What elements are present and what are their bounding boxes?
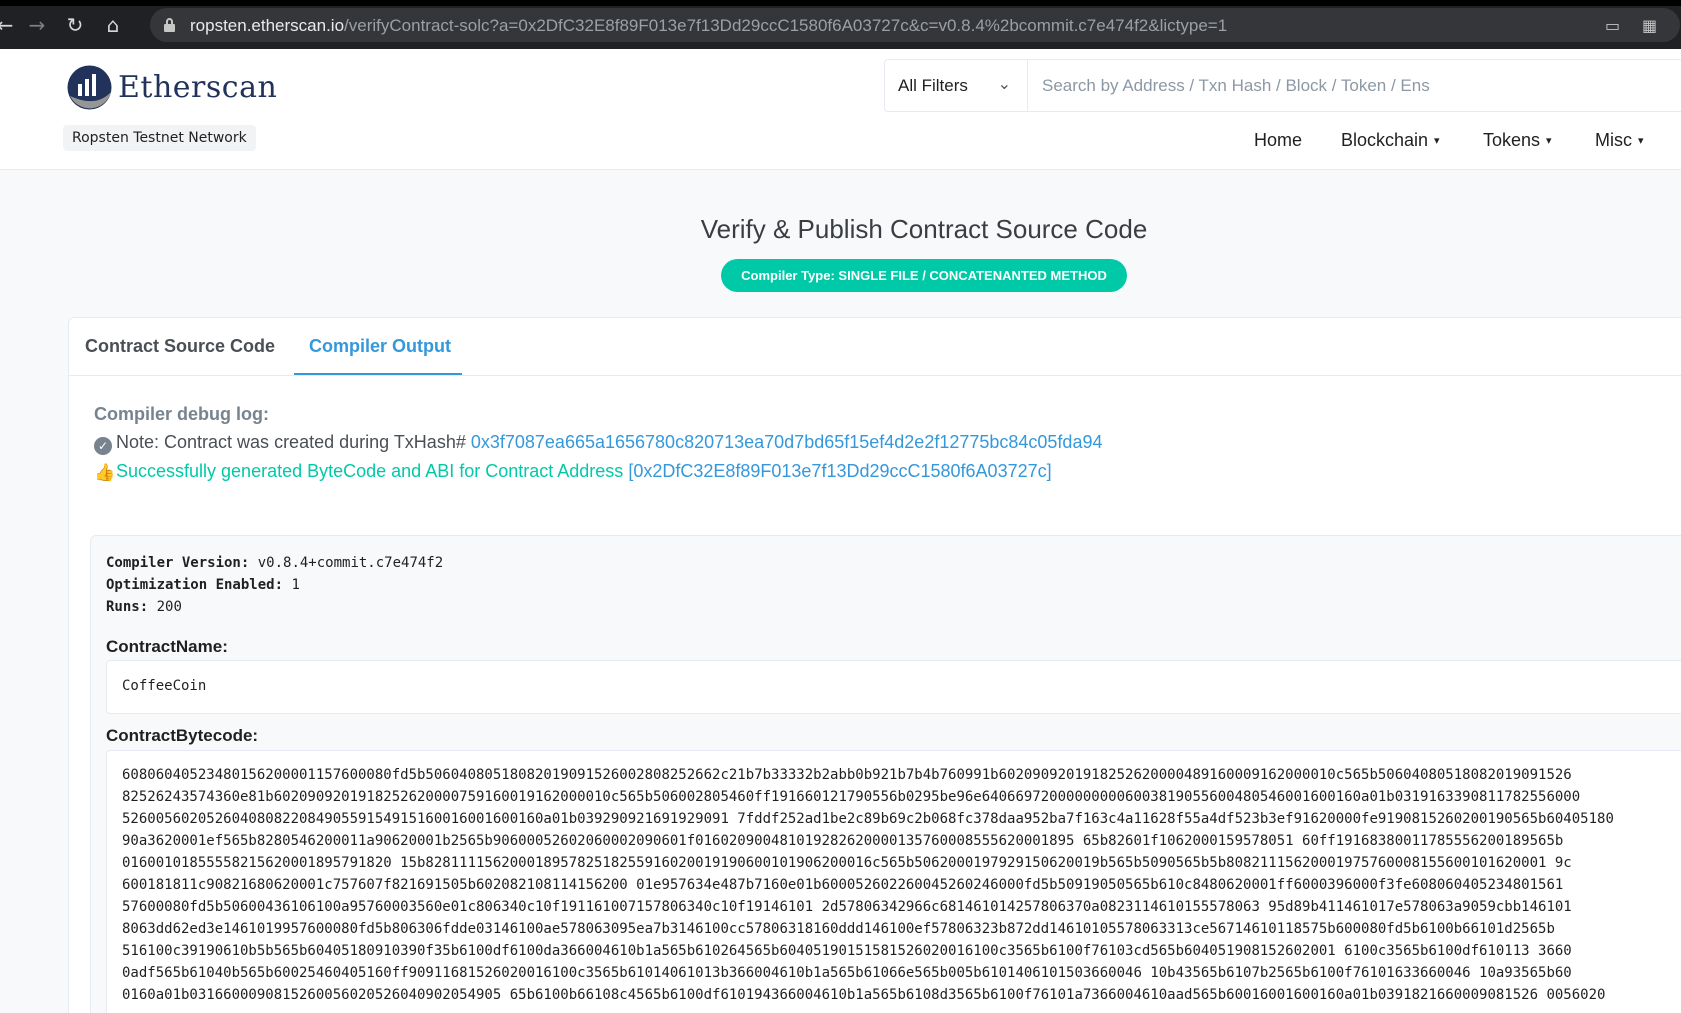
contract-name-field[interactable]: CoffeeCoin [106, 660, 1681, 714]
optimization-enabled: Optimization Enabled: 1 [106, 577, 300, 593]
filter-label: All Filters [898, 76, 968, 95]
nav-misc[interactable]: Misc ▾ [1595, 130, 1644, 151]
bytecode-line: 8063dd62ed3e1461019957600080fd5b806306fd… [122, 921, 1555, 937]
compiler-version-value: v0.8.4+commit.c7e474f2 [257, 555, 444, 571]
bytecode-line: 82526243574360e81b6020909201918252620000… [122, 789, 1581, 805]
lock-icon [164, 18, 175, 32]
bytecode-line: 5260056020526040808220849055915491516001… [122, 811, 1614, 827]
bytecode-line: 0160a01b03166000908152600560205260409020… [122, 987, 1606, 1003]
contract-name-label: ContractName: [106, 637, 228, 656]
bytecode-line: 0adf565b61040b565b60025460405160ff909116… [122, 965, 1572, 981]
cast-icon[interactable]: ▭ [1605, 16, 1625, 35]
nav-misc-label: Misc [1595, 130, 1632, 150]
page-title: Verify & Publish Contract Source Code [700, 214, 1148, 244]
compiler-version-label: Compiler Version: [106, 555, 250, 571]
browser-chrome: ← → ↻ ⌂ ropsten.etherscan.io/verifyContr… [0, 0, 1681, 49]
active-tab-indicator [294, 373, 462, 375]
tab-compiler-output[interactable]: Compiler Output [309, 336, 451, 357]
bytecode-label: ContractBytecode: [106, 726, 259, 745]
chevron-down-icon: ▾ [1638, 135, 1644, 147]
bytecode-line: 57600080fd5b50600436106100a95760003560e0… [122, 899, 1572, 915]
debug-log-title: Compiler debug log: [94, 404, 269, 424]
check-circle-icon: ✓ [94, 437, 112, 455]
verify-card: Contract Source Code Compiler Output Com… [68, 317, 1681, 1013]
home-icon[interactable]: ⌂ [100, 12, 126, 38]
reload-icon[interactable]: ↻ [62, 12, 88, 38]
bytecode-line: 516100c39190610b5b565b60405180910390f35b… [122, 943, 1572, 959]
forward-icon[interactable]: → [24, 12, 50, 38]
contract-address-link[interactable]: [0x2DfC32E8f89F013e7f13Dd29ccC1580f6A037… [628, 461, 1051, 481]
nav-home[interactable]: Home [1254, 130, 1302, 151]
compiler-type-badge: Compiler Type: SINGLE FILE / CONCATENANT… [721, 259, 1127, 292]
txhash-link[interactable]: 0x3f7087ea665a1656780c820713ea70d7bd65f1… [471, 432, 1103, 452]
bytecode-line: 600181811c90821680620001c757607f82169150… [122, 877, 1564, 893]
network-badge: Ropsten Testnet Network [63, 125, 256, 151]
note-text: Note: Contract was created during TxHash… [116, 432, 466, 452]
back-icon[interactable]: ← [0, 12, 18, 38]
extension-icon[interactable]: ▦ [1642, 16, 1662, 35]
runs-label: Runs: [106, 599, 149, 615]
url-text[interactable]: ropsten.etherscan.io/verifyContract-solc… [190, 16, 1227, 36]
compiler-output-panel: Compiler Version: v0.8.4+commit.c7e474f2… [90, 535, 1681, 1013]
success-line: 👍Successfully generated ByteCode and ABI… [94, 461, 1052, 483]
nav-tokens[interactable]: Tokens ▾ [1483, 130, 1552, 151]
nav-blockchain-label: Blockchain [1341, 130, 1429, 150]
tab-strip [0, 0, 1681, 6]
nav-blockchain[interactable]: Blockchain ▾ [1341, 130, 1440, 151]
tab-contract-source-code[interactable]: Contract Source Code [85, 336, 275, 357]
bytecode-line: 01600101855558215620001895791820 15b8281… [122, 855, 1572, 871]
search-input[interactable] [1027, 59, 1681, 112]
address-bar[interactable]: ropsten.etherscan.io/verifyContract-solc… [150, 8, 1680, 42]
optimization-label: Optimization Enabled: [106, 577, 284, 593]
contract-name-value: CoffeeCoin [122, 678, 207, 694]
filter-select[interactable]: All Filters ⌄ [884, 59, 1028, 112]
optimization-value: 1 [291, 577, 300, 593]
bytecode-line: 60806040523480156200001157600080fd5b5060… [122, 767, 1572, 783]
logo-text[interactable]: Etherscan [118, 70, 277, 105]
bytecode-field[interactable]: 60806040523480156200001157600080fd5b5060… [106, 750, 1681, 1013]
note-line: ✓ Note: Contract was created during TxHas… [94, 432, 1102, 455]
tab-bar: Contract Source Code Compiler Output [69, 318, 1681, 376]
chevron-down-icon: ⌄ [997, 76, 1011, 93]
runs-value: 200 [156, 599, 182, 615]
runs: Runs: 200 [106, 599, 182, 615]
chevron-down-icon: ▾ [1546, 135, 1552, 147]
nav-tokens-label: Tokens [1483, 130, 1541, 150]
nav-home-label: Home [1254, 130, 1303, 150]
compiler-version: Compiler Version: v0.8.4+commit.c7e474f2 [106, 555, 443, 571]
thumbs-up-icon: 👍 [94, 463, 116, 483]
etherscan-logo-icon[interactable] [66, 64, 113, 111]
bytecode-line: 90a3620001ef565b8280546200011a90620001b2… [122, 833, 1564, 849]
chevron-down-icon: ▾ [1434, 135, 1440, 147]
success-text: Successfully generated ByteCode and ABI … [116, 461, 624, 481]
